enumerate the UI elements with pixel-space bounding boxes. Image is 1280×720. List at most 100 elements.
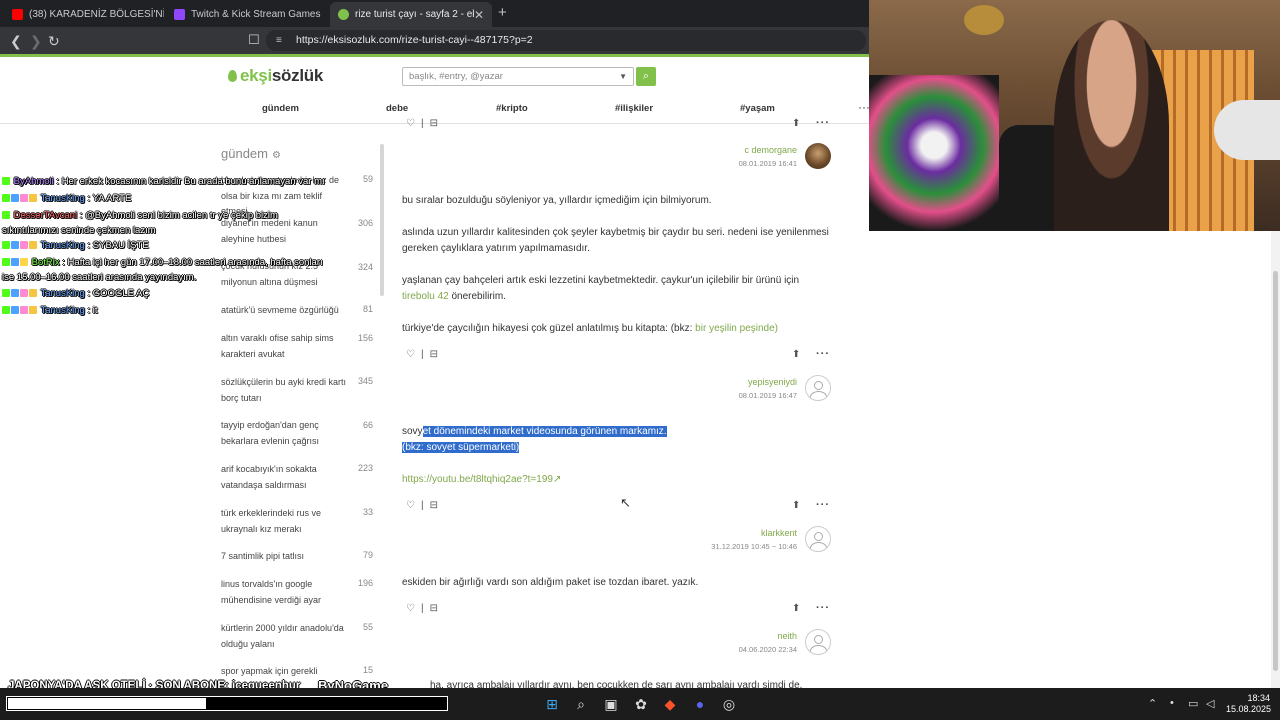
clock-date: 15.08.2025: [1226, 704, 1272, 714]
entry-actions: ♡ | ⊟: [406, 603, 444, 614]
nav-iliskiler[interactable]: #ilişkiler: [615, 103, 653, 114]
gear-icon[interactable]: ⚙: [272, 150, 281, 161]
sidebar-item[interactable]: sözlükçülerin bu ayki kredi kartı borç t…: [221, 375, 351, 406]
bkz-link[interactable]: bir yeşilin peşinde: [695, 323, 775, 334]
sidebar-item[interactable]: altın varaklı ofise sahip sims karakteri…: [221, 331, 351, 362]
entry-date[interactable]: 08.01.2019 16:47: [700, 391, 797, 400]
tab-stream-games[interactable]: Twitch & Kick Stream Games: [166, 2, 326, 27]
chat-badges: [2, 257, 29, 271]
search-input[interactable]: başlık, #entry, @yazar ▼: [402, 67, 634, 86]
chat-badges: [2, 288, 38, 302]
entry-author[interactable]: yepisyeniydi: [700, 377, 797, 387]
back-arrow-icon[interactable]: ❮: [10, 33, 22, 50]
youtube-icon: [12, 9, 23, 20]
separator: |: [420, 500, 424, 511]
brave-browser-icon[interactable]: ◆: [662, 696, 678, 712]
avatar[interactable]: [805, 143, 831, 169]
nav-yasam[interactable]: #yaşam: [740, 103, 775, 114]
discord-icon[interactable]: ●: [692, 696, 708, 712]
entry-paragraph: sovyet dönemindeki market videosunda gör…: [402, 424, 832, 456]
chat-message: BotRix : Hafta içi her gün 17.00–18.00 s…: [2, 257, 323, 283]
drop-icon: [228, 70, 237, 82]
more-options-icon[interactable]: ···: [816, 602, 830, 614]
search-icon[interactable]: ⌕: [573, 696, 589, 712]
avatar[interactable]: [805, 629, 831, 655]
sidebar-item-count: 345: [357, 376, 373, 386]
nav-debe[interactable]: debe: [386, 103, 408, 114]
minus-box-icon[interactable]: ⊟: [430, 349, 438, 360]
system-clock[interactable]: 18:34 15.08.2025: [1226, 693, 1272, 715]
tab-youtube[interactable]: (38) KARADENİZ BÖLGESİ'NİN EN D…: [4, 2, 164, 27]
sidebar-item[interactable]: 7 santimlik pipi tatlısı: [221, 549, 351, 565]
avatar[interactable]: [805, 526, 831, 552]
share-icon[interactable]: ⬆: [792, 349, 800, 360]
entry-date[interactable]: 04.06.2020 22:34: [700, 645, 797, 654]
chat-text: SYBAU İŞTE: [92, 240, 149, 251]
scrollbar-thumb[interactable]: [1273, 271, 1278, 671]
chat-text: Her erkek kocasının karisidir Bu arada b…: [61, 176, 325, 187]
reload-icon[interactable]: ↻: [48, 33, 60, 50]
network-icon[interactable]: ▭: [1188, 697, 1198, 710]
sidebar-scrollbar[interactable]: [380, 144, 384, 296]
separator: |: [420, 349, 424, 360]
heart-icon[interactable]: ♡: [406, 349, 415, 360]
windows-start-icon[interactable]: ⊞: [544, 696, 560, 712]
bkz-link[interactable]: tirebolu 42: [402, 291, 449, 302]
share-icon[interactable]: ⬆: [792, 500, 800, 511]
sidebar-title[interactable]: gündem ⚙: [221, 146, 281, 161]
more-options-icon[interactable]: ···: [816, 348, 830, 360]
sidebar-item[interactable]: tayyip erdoğan'dan genç bekarlara evleni…: [221, 418, 351, 449]
address-bar[interactable]: ≡ https://eksisozluk.com/rize-turist-cay…: [266, 30, 866, 51]
entry-date[interactable]: 31.12.2019 10:45 ~ 10:46: [680, 542, 797, 551]
minus-box-icon[interactable]: ⊟: [430, 118, 438, 129]
share-icon[interactable]: ⬆: [792, 603, 800, 614]
share-icon[interactable]: ⬆: [792, 118, 800, 129]
more-options-icon[interactable]: ···: [816, 117, 830, 129]
entry-date[interactable]: 08.01.2019 16:41: [700, 159, 797, 168]
selected-text: et dönemindeki market videosunda görünen…: [422, 426, 667, 437]
twitch-icon: [174, 9, 185, 20]
stream-progress-bar: [6, 696, 448, 711]
search-button[interactable]: ⌕: [636, 67, 656, 86]
entry-author[interactable]: neith: [700, 631, 797, 641]
sidebar-item[interactable]: türk erkeklerindeki rus ve ukraynalı kız…: [221, 506, 351, 537]
tab-eksisozluk[interactable]: rize turist çayı - sayfa 2 - ekşi sö… ✕: [330, 2, 492, 27]
bookmark-icon[interactable]: ☐: [248, 32, 260, 48]
site-logo[interactable]: ekşisözlük: [228, 66, 323, 86]
chatgpt-icon[interactable]: ✿: [633, 696, 649, 712]
forward-arrow-icon[interactable]: ❯: [30, 33, 42, 50]
close-tab-icon[interactable]: ✕: [474, 8, 484, 22]
site-info-icon[interactable]: ≡: [276, 30, 282, 51]
nav-gundem[interactable]: gündem: [262, 103, 299, 114]
nav-kripto[interactable]: #kripto: [496, 103, 528, 114]
microphone-icon[interactable]: •: [1170, 697, 1174, 709]
chat-message: TanusKing : it: [2, 304, 98, 319]
sidebar-item-count: 196: [357, 578, 373, 588]
page-scrollbar[interactable]: [1271, 231, 1280, 688]
sidebar-item-count: 306: [357, 218, 373, 228]
tray-expand-icon[interactable]: ⌃: [1148, 697, 1157, 710]
screen: (38) KARADENİZ BÖLGESİ'NİN EN D… Twitch …: [0, 0, 1280, 720]
sidebar-item[interactable]: arif kocabıyık'ın sokakta vatandaşa sald…: [221, 462, 351, 493]
chat-user: ByAhmoli: [13, 176, 54, 187]
heart-icon[interactable]: ♡: [406, 500, 415, 511]
volume-icon[interactable]: ◁: [1206, 697, 1214, 710]
sidebar-item[interactable]: kürtlerin 2000 yıldır anadolu'da olduğu …: [221, 621, 351, 652]
minus-box-icon[interactable]: ⊟: [430, 603, 438, 614]
obs-icon[interactable]: ◎: [721, 696, 737, 712]
mouse-cursor-icon: ↖: [620, 495, 631, 510]
heart-icon[interactable]: ♡: [406, 603, 415, 614]
entry-author[interactable]: klarkkent: [700, 528, 797, 538]
chevron-down-icon[interactable]: ▼: [619, 68, 627, 85]
sidebar-item[interactable]: linus torvalds'ın google mühendisine ver…: [221, 577, 351, 608]
minus-box-icon[interactable]: ⊟: [430, 500, 438, 511]
heart-icon[interactable]: ♡: [406, 118, 415, 129]
task-view-icon[interactable]: ▣: [603, 696, 619, 712]
sidebar-item[interactable]: atatürk'ü sevmeme özgürlüğü: [221, 303, 351, 319]
new-tab-button[interactable]: +: [498, 4, 507, 21]
eksi-drop-icon: [338, 9, 349, 20]
avatar[interactable]: [805, 375, 831, 401]
external-link[interactable]: https://youtu.be/t8ltqhiq2ae?t=199: [402, 474, 553, 485]
entry-author[interactable]: c demorgane: [700, 145, 797, 155]
more-options-icon[interactable]: ···: [816, 499, 830, 511]
